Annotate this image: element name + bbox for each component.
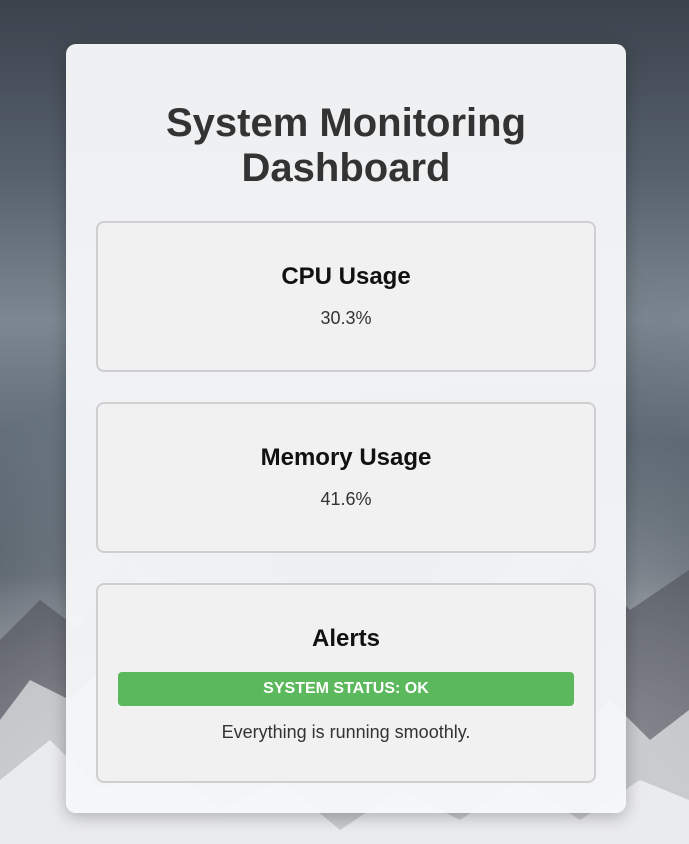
memory-usage-panel: Memory Usage 41.6% [96, 402, 596, 553]
cpu-usage-value: 30.3% [320, 308, 372, 328]
memory-usage-value: 41.6% [320, 489, 372, 509]
alerts-panel: Alerts SYSTEM STATUS: OK Everything is r… [96, 583, 596, 783]
cpu-usage-title: CPU Usage [281, 263, 411, 290]
dashboard-card: System Monitoring Dashboard CPU Usage 30… [66, 44, 626, 813]
alerts-title: Alerts [311, 625, 381, 652]
system-status-badge: SYSTEM STATUS: OK [118, 672, 574, 706]
page-title: System Monitoring Dashboard [165, 101, 527, 190]
memory-usage-title: Memory Usage [260, 444, 432, 471]
status-message: Everything is running smoothly. [221, 722, 471, 742]
cpu-usage-panel: CPU Usage 30.3% [96, 221, 596, 372]
